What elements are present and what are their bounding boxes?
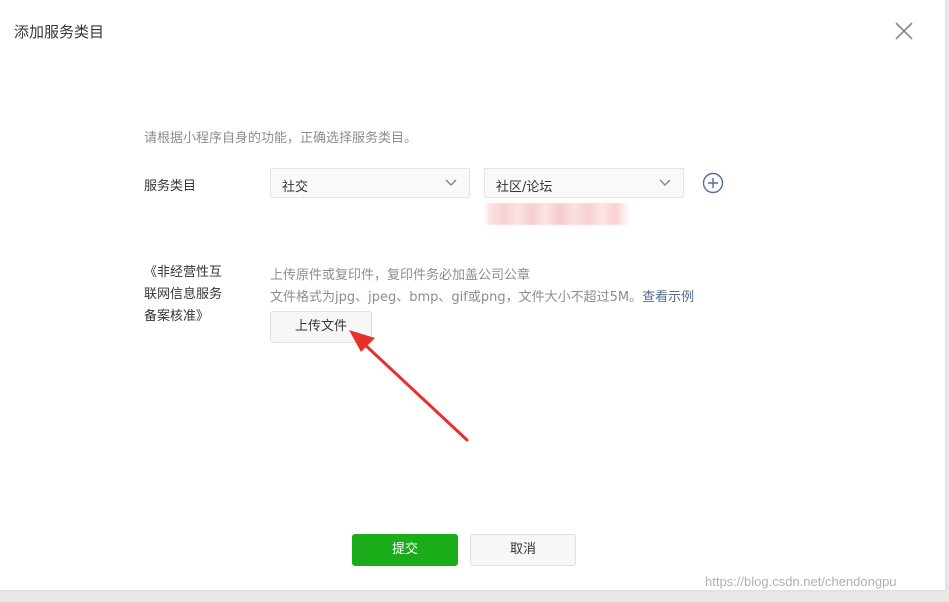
redacted-qualification-text <box>484 203 630 225</box>
primary-category-value: 社交 <box>282 180 309 195</box>
red-arrow-annotation <box>349 330 469 442</box>
plus-circle-icon <box>702 172 724 194</box>
license-label: 《非经营性互 联网信息服务 备案核准》 <box>144 262 240 328</box>
upload-tip-2: 文件格式为jpg、jpeg、bmp、gif或png，文件大小不超过5M。查看示例 <box>270 286 694 305</box>
submit-button[interactable]: 提交 <box>352 534 458 566</box>
add-category-button[interactable] <box>702 172 724 194</box>
watermark: https://blog.csdn.net/chendongpu <box>705 574 897 589</box>
view-example-link[interactable]: 查看示例 <box>642 290 694 305</box>
dialog-title: 添加服务类目 <box>14 23 105 41</box>
file-format-text: 文件格式为jpg、jpeg、bmp、gif或png，文件大小不超过5M。 <box>270 290 643 305</box>
license-label-line: 联网信息服务 <box>144 287 223 302</box>
chevron-down-icon <box>659 179 671 187</box>
category-label: 服务类目 <box>144 179 197 194</box>
add-category-dialog: 添加服务类目 请根据小程序自身的功能，正确选择服务类目。 服务类目 社交 社区/… <box>0 0 945 590</box>
cancel-button[interactable]: 取消 <box>470 534 576 566</box>
chevron-down-icon <box>445 179 457 187</box>
intro-text: 请根据小程序自身的功能，正确选择服务类目。 <box>144 131 418 146</box>
secondary-category-select[interactable]: 社区/论坛 <box>484 168 684 198</box>
license-label-line: 备案核准》 <box>144 309 210 324</box>
primary-category-select[interactable]: 社交 <box>270 168 470 198</box>
secondary-category-value: 社区/论坛 <box>496 180 553 195</box>
license-label-line: 《非经营性互 <box>144 265 223 280</box>
close-icon[interactable] <box>893 20 915 42</box>
upload-tip-1: 上传原件或复印件，复印件务必加盖公司公章 <box>270 268 531 283</box>
